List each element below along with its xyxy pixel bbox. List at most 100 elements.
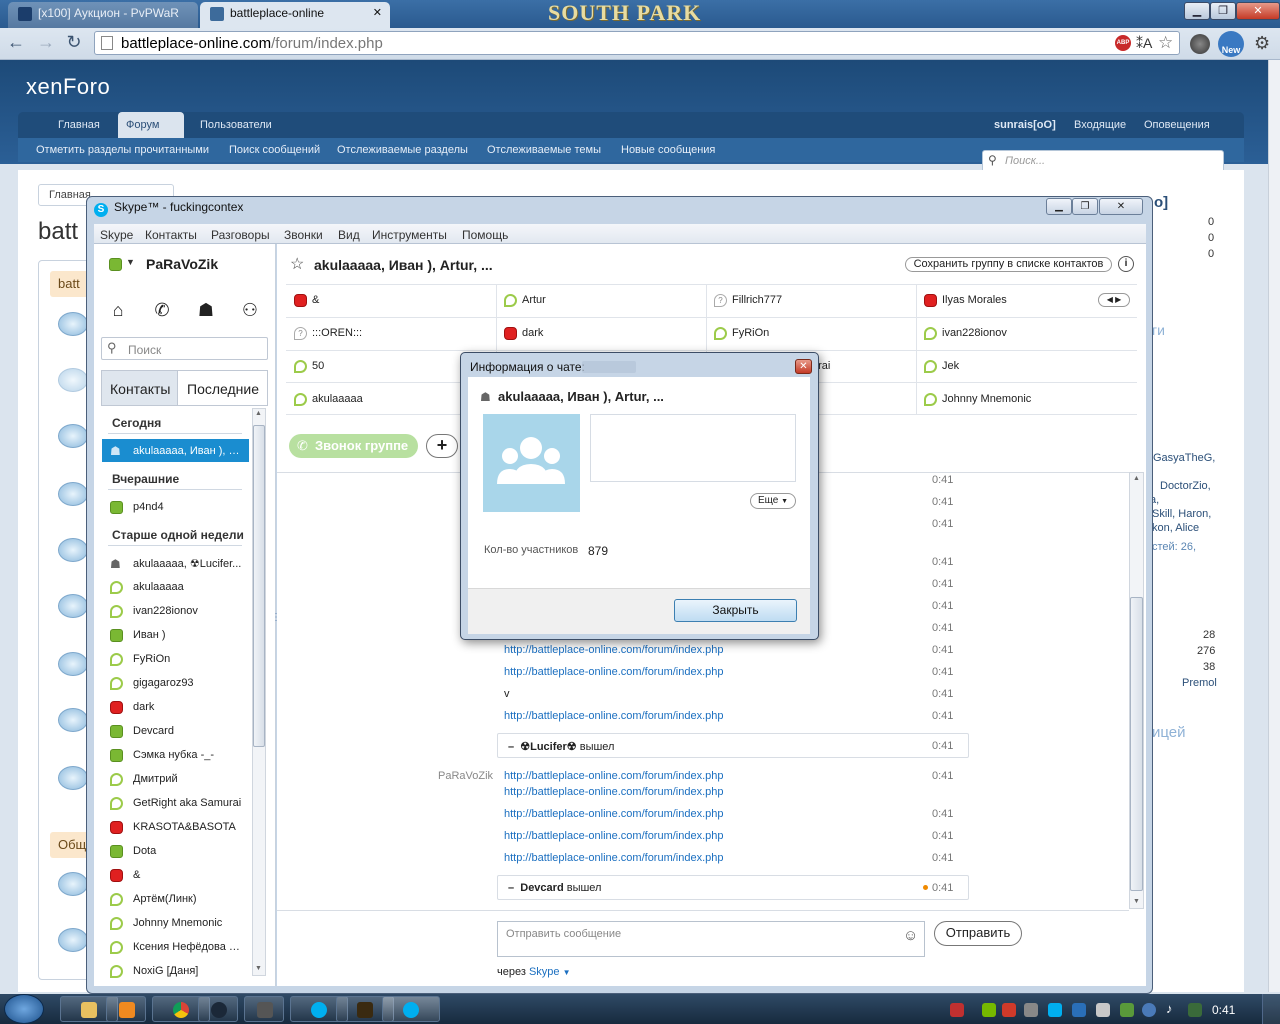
info-icon[interactable]: i	[1118, 256, 1134, 272]
more-dropdown[interactable]: Еще ▼	[750, 493, 796, 509]
participant-name[interactable]: Jek	[942, 360, 959, 372]
menu-help[interactable]: Помощь	[462, 228, 508, 242]
browser-tab-1[interactable]: [x100] Аукцион - PvPWaR	[8, 2, 198, 28]
dialog-close-icon[interactable]: ✕	[795, 359, 812, 374]
participant-name[interactable]: :::OREN:::	[312, 327, 362, 339]
recent-item-label[interactable]: KRASOTA&BASOTA	[133, 821, 245, 833]
browser-tab-2[interactable]: battleplace-online ✕	[200, 2, 390, 28]
profile-name[interactable]: PaRaVoZik	[146, 256, 218, 272]
dialog-description-field[interactable]	[590, 414, 796, 482]
bookmark-star-icon[interactable]: ☆	[1158, 33, 1173, 53]
contacts-search-input[interactable]: Поиск	[101, 337, 268, 360]
menu-skype[interactable]: Skype	[100, 228, 133, 242]
tray-icon[interactable]	[1024, 1003, 1038, 1017]
recent-item-label[interactable]: Johnny Mnemonic	[133, 917, 245, 929]
recent-item-label[interactable]: FyRiOn	[133, 653, 245, 665]
nav-forum[interactable]: Форум	[118, 112, 184, 138]
system-user[interactable]: ☢Lucifer☢	[520, 741, 576, 753]
message-sender[interactable]: PaRaVoZik	[438, 770, 493, 782]
group-icon[interactable]: ☗	[196, 300, 216, 320]
participant-name[interactable]: FyRiOn	[732, 327, 769, 339]
reload-icon[interactable]: ↻	[64, 33, 84, 53]
tray-icon[interactable]	[1120, 1003, 1134, 1017]
menu-tools[interactable]: Инструменты	[372, 228, 447, 242]
collapse-icon[interactable]: –	[508, 741, 514, 753]
participant-name[interactable]: 50	[312, 360, 324, 372]
skype-tray-icon[interactable]	[1048, 1003, 1062, 1017]
maximize-button[interactable]: ❐	[1210, 2, 1236, 20]
online-name[interactable]: GasyaTheG,	[1153, 452, 1215, 464]
latest-member[interactable]: Premol	[1182, 677, 1217, 689]
emoticon-icon[interactable]: ☺	[903, 927, 918, 944]
system-user[interactable]: Devcard	[520, 882, 563, 894]
scroll-up-icon[interactable]: ▲	[1133, 475, 1140, 482]
recent-item-label[interactable]: Иван )	[133, 629, 245, 641]
minimize-button[interactable]: ▁	[1184, 2, 1210, 20]
address-bar[interactable]: battleplace-online.com/forum/index.php	[94, 31, 1180, 55]
show-desktop-button[interactable]	[1262, 994, 1280, 1024]
close-window-button[interactable]: ✕	[1236, 2, 1280, 20]
participant-name[interactable]: dark	[522, 327, 543, 339]
tray-icon[interactable]	[1096, 1003, 1110, 1017]
message-link[interactable]: http://battleplace-online.com/forum/inde…	[504, 830, 724, 842]
skype-maximize-button[interactable]: ❐	[1072, 198, 1098, 215]
participant-name[interactable]: Artur	[522, 294, 546, 306]
nav-alerts[interactable]: Оповещения	[1136, 116, 1218, 138]
tab-recent[interactable]: Последние	[178, 370, 268, 406]
participant-name[interactable]: &	[312, 294, 319, 306]
home-icon[interactable]: ⌂	[108, 300, 128, 320]
recent-item-label[interactable]: Dota	[133, 845, 245, 857]
save-group-button[interactable]: Сохранить группу в списке контактов	[905, 257, 1112, 272]
nvidia-tray-icon[interactable]	[982, 1003, 996, 1017]
participant-name[interactable]: Fillrich777	[732, 294, 782, 306]
nav-user[interactable]: sunrais[oO]	[986, 116, 1064, 138]
dialog-close-button[interactable]: Закрыть	[674, 599, 797, 622]
menu-view[interactable]: Вид	[338, 228, 360, 242]
recent-item-label[interactable]: Ксения Нефёдова В...	[133, 941, 245, 953]
subnav-mark-read[interactable]: Отметить разделы прочитанными	[36, 144, 209, 156]
volume-icon[interactable]: ♪	[1166, 1001, 1173, 1016]
group-avatar[interactable]	[483, 414, 580, 512]
new-extension-badge[interactable]: New	[1218, 31, 1244, 57]
extension-icon[interactable]	[1190, 34, 1210, 54]
contacts-scroll-thumb[interactable]	[253, 425, 265, 747]
via-service-dropdown[interactable]: Skype	[529, 966, 560, 978]
recent-item-label[interactable]: akulaaaaa	[133, 581, 245, 593]
add-contact-icon[interactable]: ⚇	[240, 300, 260, 320]
pdf-tray-icon[interactable]	[1002, 1003, 1016, 1017]
nav-members[interactable]: Пользователи	[192, 116, 280, 138]
menu-contacts[interactable]: Контакты	[145, 228, 197, 242]
participant-name[interactable]: akulaaaaa	[312, 393, 363, 405]
phone-icon[interactable]: ✆	[152, 300, 172, 320]
wrench-menu-icon[interactable]: ⚙	[1254, 33, 1270, 54]
chevron-down-icon[interactable]: ▼	[563, 968, 571, 977]
my-status-icon[interactable]	[109, 258, 122, 271]
tray-icon[interactable]	[950, 1003, 964, 1017]
breadcrumb-home[interactable]: Главная	[49, 189, 91, 201]
back-icon[interactable]: ←	[6, 33, 26, 53]
recent-item-label[interactable]: NoxiG [Даня]	[133, 965, 245, 977]
participants-pager-icon[interactable]: ◀ ▶	[1098, 293, 1130, 307]
message-link[interactable]: http://battleplace-online.com/forum/inde…	[504, 786, 724, 798]
scroll-up-icon[interactable]: ▲	[255, 410, 262, 417]
subnav-watched-forums[interactable]: Отслеживаемые разделы	[337, 144, 468, 156]
recent-item-label[interactable]: p4nd4	[133, 501, 245, 513]
message-link[interactable]: http://battleplace-online.com/forum/inde…	[504, 852, 724, 864]
chat-scroll-thumb[interactable]	[1130, 597, 1143, 891]
taskbar-steam[interactable]	[198, 996, 238, 1022]
recent-item-label[interactable]: dark	[133, 701, 245, 713]
favorite-star-icon[interactable]: ☆	[290, 254, 304, 274]
message-link[interactable]: http://battleplace-online.com/forum/inde…	[504, 808, 724, 820]
skype-close-button[interactable]: ✕	[1099, 198, 1143, 215]
adblock-icon[interactable]: ABP	[1115, 35, 1131, 51]
message-link[interactable]: http://battleplace-online.com/forum/inde…	[504, 644, 724, 656]
recent-item-label[interactable]: gigagaroz93	[133, 677, 245, 689]
participant-name[interactable]: ivan228ionov	[942, 327, 1007, 339]
message-link[interactable]: http://battleplace-online.com/forum/inde…	[504, 710, 724, 722]
nav-inbox[interactable]: Входящие	[1066, 116, 1134, 138]
recent-item-label[interactable]: &	[133, 869, 245, 881]
taskbar-media[interactable]	[106, 996, 146, 1022]
recent-item-label[interactable]: Devcard	[133, 725, 245, 737]
add-participant-button[interactable]: +	[426, 434, 458, 458]
recent-item-label[interactable]: ivan228ionov	[133, 605, 245, 617]
